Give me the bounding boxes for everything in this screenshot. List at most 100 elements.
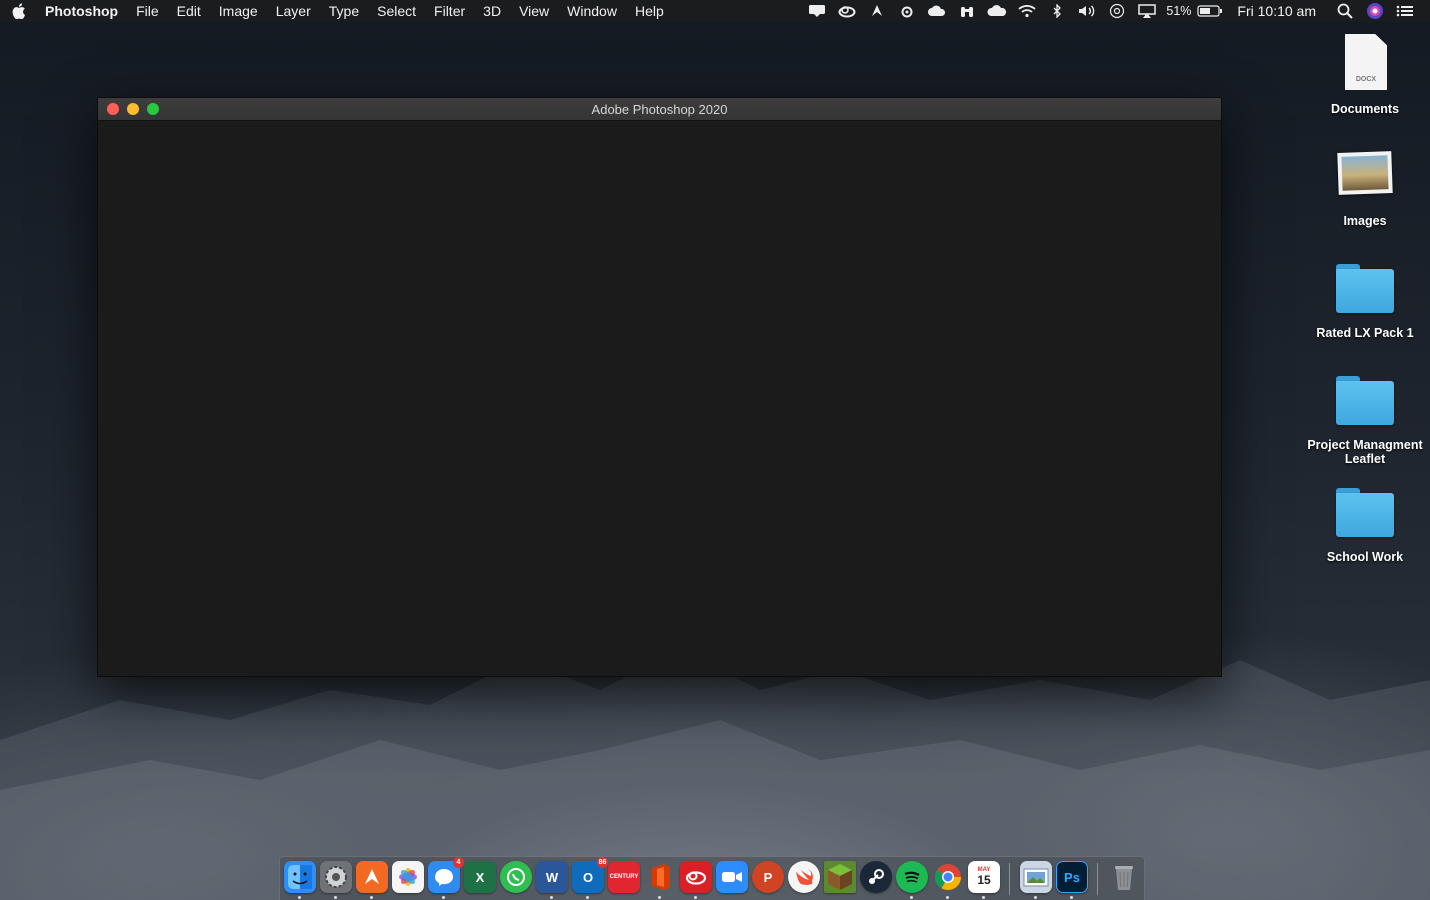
desktop-item-school-work[interactable]: School Work [1300,480,1430,564]
folder-icon [1333,368,1397,432]
creative-cloud-menu-icon[interactable] [832,0,862,22]
at-sign-icon[interactable] [1102,0,1132,22]
cloud-icon[interactable] [982,0,1012,22]
running-indicator [1034,896,1037,899]
menu-filter[interactable]: Filter [434,3,465,19]
notification-center-icon[interactable] [1390,0,1420,22]
system-preferences-icon[interactable] [320,861,352,893]
minecraft-icon[interactable] [824,861,856,893]
volume-icon[interactable] [1072,0,1102,22]
calendar-day: 15 [977,873,991,887]
photoshop-icon[interactable]: Ps [1056,861,1088,893]
whatsapp-icon[interactable] [500,861,532,893]
window-titlebar[interactable]: Adobe Photoshop 2020 [98,98,1221,121]
airplay-icon[interactable] [1132,0,1162,22]
creative-cloud-icon[interactable] [680,861,712,893]
menubar-clock[interactable]: Fri 10:10 am [1237,3,1316,19]
running-indicator [946,896,949,899]
steam-icon[interactable] [860,861,892,893]
running-indicator [694,896,697,899]
menu-select[interactable]: Select [377,3,416,19]
messenger-icon[interactable]: 4 [428,857,464,893]
menu-view[interactable]: View [519,3,549,19]
menu-layer[interactable]: Layer [276,3,311,19]
avast-icon[interactable] [356,861,388,893]
chrome-icon[interactable] [932,861,964,893]
avast-menu-icon[interactable] [862,0,892,22]
siri-icon[interactable] [1360,0,1390,22]
calendar-icon[interactable]: MAY 15 [968,861,1000,893]
menu-app-name[interactable]: Photoshop [45,3,118,19]
running-indicator [1070,896,1073,899]
bluetooth-icon[interactable] [1042,0,1072,22]
century-icon[interactable]: CENTURY [608,861,640,893]
photos-icon[interactable] [392,861,424,893]
folder-icon [1333,480,1397,544]
word-icon[interactable]: W [536,861,568,893]
notification-icon[interactable] [802,0,832,22]
desktop-item-images[interactable]: Images [1300,144,1430,228]
desktop-item-label: Project Managment Leaflet [1307,438,1423,466]
docx-file-icon: DOCX [1333,32,1397,96]
dock: 4 X W O 86 CENTURY P MAY 15 Ps [279,856,1145,900]
wifi-icon[interactable] [1012,0,1042,22]
file-extension: DOCX [1355,76,1377,83]
excel-icon[interactable]: X [464,861,496,893]
running-indicator [334,896,337,899]
menu-type[interactable]: Type [329,3,359,19]
traffic-lights [107,103,159,115]
spotlight-search-icon[interactable] [1330,0,1360,22]
desktop-item-label: School Work [1326,550,1404,564]
bug-menu-icon[interactable] [892,0,922,22]
office-icon[interactable] [644,861,676,893]
desktop-item-label: Rated LX Pack 1 [1316,326,1414,340]
running-indicator [586,896,589,899]
running-indicator [298,896,301,899]
menu-file[interactable]: File [136,3,159,19]
running-indicator [370,896,373,899]
finder-icon[interactable] [284,861,316,893]
apple-icon[interactable] [11,0,27,22]
desktop-item-rated-lx-pack[interactable]: Rated LX Pack 1 [1300,256,1430,340]
dock-separator [1009,863,1010,895]
powerpoint-icon[interactable]: P [752,861,784,893]
desktop-item-label: Documents [1330,102,1400,116]
running-indicator [550,896,553,899]
menu-3d[interactable]: 3D [483,3,501,19]
running-indicator [910,896,913,899]
folder-icon [1333,256,1397,320]
desktop-item-project-leaflet[interactable]: Project Managment Leaflet [1300,368,1430,466]
running-indicator [982,896,985,899]
zoom-button[interactable] [147,103,159,115]
swift-icon[interactable] [788,861,820,893]
status-area: 51% Fri 10:10 am [802,0,1430,22]
photoshop-workspace[interactable] [98,121,1221,676]
menu-window[interactable]: Window [567,3,617,19]
binoculars-icon[interactable] [952,0,982,22]
battery-percent: 51% [1166,4,1192,18]
menu-edit[interactable]: Edit [177,3,201,19]
menu-bar: Photoshop File Edit Image Layer Type Sel… [0,0,1430,22]
close-button[interactable] [107,103,119,115]
outlook-icon[interactable]: O 86 [572,857,608,893]
dock-separator [1097,863,1098,895]
menu-image[interactable]: Image [219,3,258,19]
running-indicator [658,896,661,899]
running-indicator [442,896,445,899]
battery-icon[interactable] [1195,0,1225,22]
zoom-icon[interactable] [716,861,748,893]
preview-icon[interactable] [1020,861,1052,893]
window-title: Adobe Photoshop 2020 [591,101,728,117]
spotify-icon[interactable] [896,861,928,893]
menu-help[interactable]: Help [635,3,664,19]
outlook-letter: O [582,869,594,885]
trash-icon[interactable] [1108,861,1140,893]
cloud-sync-icon[interactable] [922,0,952,22]
notification-badge: 86 [597,857,608,868]
image-file-icon [1333,144,1397,208]
desktop-item-label: Images [1343,214,1387,228]
desktop-item-documents[interactable]: DOCX Documents [1300,32,1430,116]
notification-badge: 4 [453,857,464,868]
minimize-button[interactable] [127,103,139,115]
photoshop-window: Adobe Photoshop 2020 [97,97,1222,677]
